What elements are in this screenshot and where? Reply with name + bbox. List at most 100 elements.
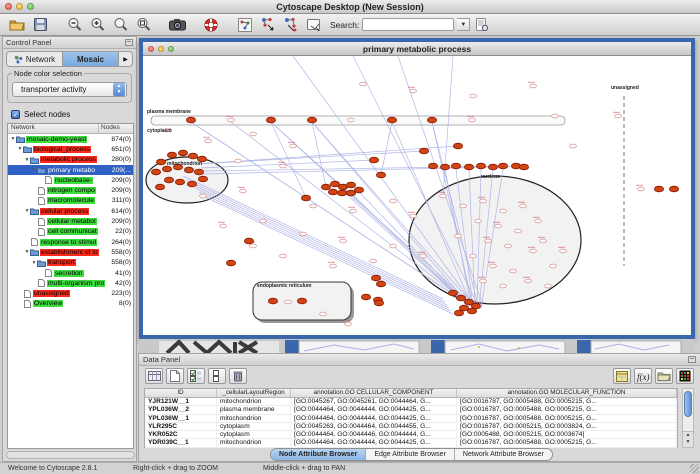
small-network-node[interactable]: [500, 209, 507, 213]
tree-column-nodes[interactable]: Nodes: [99, 124, 133, 133]
tree-row[interactable]: ▼mosaic-demo-yeast874(0): [8, 134, 133, 144]
network-node[interactable]: [328, 189, 337, 195]
small-network-node[interactable]: [235, 159, 242, 163]
network-node[interactable]: [387, 117, 396, 123]
tab-mosaic[interactable]: Mosaic: [63, 52, 119, 66]
small-network-node[interactable]: [570, 144, 577, 148]
small-network-node[interactable]: [470, 94, 477, 98]
network-node[interactable]: [244, 238, 253, 244]
tree-row[interactable]: nucleobase-209(0): [8, 175, 133, 185]
network-node[interactable]: [184, 167, 193, 173]
plugin-manager-icon[interactable]: [471, 15, 493, 34]
column-header-molecular-function[interactable]: annotation.GO MOLECULAR_FUNCTION: [457, 389, 677, 397]
table-row[interactable]: YJR121W__1mitochondrion[GO:0045267, GO:0…: [145, 398, 677, 406]
apply-layout-2-icon[interactable]: [280, 15, 302, 34]
apply-layout-1-icon[interactable]: [257, 15, 279, 34]
network-node[interactable]: [427, 117, 436, 123]
network-node[interactable]: [186, 117, 195, 123]
network-node[interactable]: [467, 308, 476, 314]
network-node[interactable]: [440, 164, 449, 170]
table-scrollbar[interactable]: ▲▼: [682, 388, 694, 448]
small-network-node[interactable]: [410, 89, 417, 93]
function-builder-icon[interactable]: f(x): [634, 368, 652, 384]
small-network-node[interactable]: [220, 224, 227, 228]
network-node[interactable]: [419, 148, 428, 154]
network-view-icon[interactable]: [234, 15, 256, 34]
small-network-node[interactable]: [410, 214, 417, 218]
network-node[interactable]: [453, 143, 462, 149]
network-canvas[interactable]: plasma membranecytoplasmmitochondrionnuc…: [143, 56, 691, 335]
network-node[interactable]: [156, 159, 165, 165]
network-node[interactable]: [448, 290, 457, 296]
small-network-node[interactable]: [440, 194, 447, 198]
zoom-in-icon[interactable]: [86, 15, 108, 34]
small-network-node[interactable]: [500, 284, 507, 288]
network-node[interactable]: [178, 150, 187, 156]
zoom-fit-icon[interactable]: [109, 15, 131, 34]
tree-row[interactable]: ▼transport558(0): [8, 258, 133, 268]
network-node[interactable]: [188, 153, 197, 159]
heatmap-icon[interactable]: [676, 368, 694, 384]
small-network-node[interactable]: [260, 219, 267, 223]
network-edge[interactable]: [443, 56, 453, 196]
tree-column-network[interactable]: Network: [8, 124, 99, 133]
small-network-node[interactable]: [280, 164, 287, 168]
network-node[interactable]: [162, 166, 171, 172]
scrollbar-arrows[interactable]: ▲▼: [683, 431, 693, 447]
tree-row[interactable]: cellular metabol209(0): [8, 216, 133, 226]
small-network-node[interactable]: [495, 224, 502, 228]
delete-attribute-icon[interactable]: [229, 368, 247, 384]
tree-row[interactable]: macromolecule311(0): [8, 196, 133, 206]
network-node[interactable]: [226, 260, 235, 266]
tree-row[interactable]: Overview8(0): [8, 299, 133, 309]
small-network-node[interactable]: [540, 239, 547, 243]
small-network-node[interactable]: [370, 259, 377, 263]
network-node[interactable]: [371, 275, 380, 281]
network-edge[interactable]: [312, 122, 326, 187]
tree-row[interactable]: multi-organism pro42(0): [8, 278, 133, 288]
network-edge[interactable]: [198, 151, 424, 164]
tree-row[interactable]: response to stimul264(0): [8, 237, 133, 247]
table-row[interactable]: YDR039C__1mitochondrion[GO:0044464, GO:0…: [145, 439, 677, 447]
network-node[interactable]: [498, 163, 507, 169]
column-header-region[interactable]: _cellularLayoutRegion: [217, 389, 291, 397]
network-node[interactable]: [376, 172, 385, 178]
small-network-node[interactable]: [490, 264, 497, 268]
network-node[interactable]: [198, 176, 207, 182]
network-node[interactable]: [361, 294, 370, 300]
network-node[interactable]: [321, 184, 330, 190]
data-panel-float-icon[interactable]: [688, 356, 696, 363]
tree-row[interactable]: ▼cellular process614(0): [8, 206, 133, 216]
network-node[interactable]: [369, 157, 378, 163]
network-node[interactable]: [155, 184, 164, 190]
small-network-node[interactable]: [485, 239, 492, 243]
small-network-node[interactable]: [280, 254, 287, 258]
network-node[interactable]: [354, 187, 363, 193]
small-network-node[interactable]: [510, 269, 517, 273]
network-node[interactable]: [301, 195, 310, 201]
small-network-node[interactable]: [480, 279, 487, 283]
column-header-id[interactable]: ID: [145, 389, 217, 397]
small-network-node[interactable]: [515, 229, 522, 233]
tree-row[interactable]: ▼primary metabo209(...: [8, 165, 133, 175]
small-network-node[interactable]: [390, 244, 397, 248]
network-node[interactable]: [519, 164, 528, 170]
small-network-node[interactable]: [350, 209, 357, 213]
float-panel-icon[interactable]: [125, 39, 133, 46]
small-network-node[interactable]: [525, 279, 532, 283]
attribute-browser-icon[interactable]: [145, 368, 163, 384]
small-network-node[interactable]: [460, 204, 467, 208]
zoom-out-icon[interactable]: [63, 15, 85, 34]
open-file-icon[interactable]: [6, 15, 28, 34]
table-row[interactable]: YPL036W__2plasma membrane[GO:0044464, GO…: [145, 406, 677, 414]
tree-row[interactable]: ▼biological_process651(0): [8, 144, 133, 154]
network-node[interactable]: [167, 152, 176, 158]
small-network-node[interactable]: [348, 118, 355, 122]
tree-row[interactable]: secretion41(0): [8, 268, 133, 278]
network-node[interactable]: [266, 117, 275, 123]
tree-row[interactable]: unassigned223(0): [8, 288, 133, 298]
table-row[interactable]: YLR295Ccytoplasm[GO:0045263, GO:0044464,…: [145, 423, 677, 431]
network-node[interactable]: [151, 169, 160, 175]
network-edge[interactable]: [183, 176, 443, 299]
tab-network-attribute-browser[interactable]: Network Attribute Browser: [455, 449, 552, 460]
